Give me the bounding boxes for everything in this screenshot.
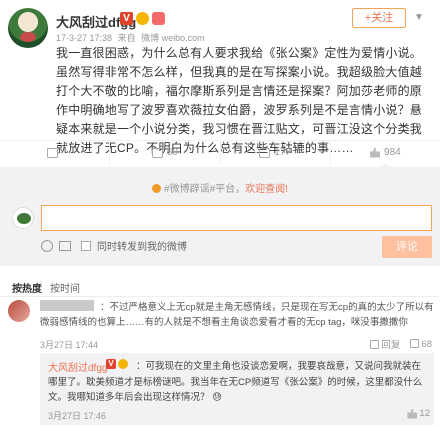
reply-like-count: 12 bbox=[419, 408, 430, 419]
verified-v-icon[interactable]: V bbox=[120, 12, 133, 25]
repost-icon bbox=[151, 147, 163, 158]
comment-time: 3月27日 17:44 bbox=[40, 340, 99, 350]
sort-separator: | bbox=[40, 280, 43, 291]
comment-like-button[interactable]: 68 bbox=[410, 338, 432, 350]
like-icon bbox=[370, 147, 381, 158]
comment-ops: 回复 68 bbox=[370, 337, 432, 351]
comment-text: ：不过严格意义上无cp就是主角无感情线，只是现在写无cp的真的太少了所以有微弱感… bbox=[40, 302, 434, 328]
comment-count: 177 bbox=[274, 147, 291, 158]
post-time[interactable]: 17-3-27 17:38 bbox=[56, 33, 112, 43]
comment-input[interactable] bbox=[41, 205, 432, 231]
comment-icon bbox=[259, 147, 271, 158]
reply-thumbs-up-icon bbox=[407, 408, 418, 419]
level-badge-icon[interactable] bbox=[152, 12, 165, 25]
comment-like-count: 68 bbox=[421, 338, 432, 350]
emoji-icon[interactable] bbox=[41, 239, 53, 252]
notice-text: #微博辟谣#平台， bbox=[164, 184, 246, 195]
sort-divider bbox=[0, 296, 440, 297]
post-source-prefix: 来自 bbox=[117, 33, 136, 43]
commenter-username-redacted bbox=[40, 300, 94, 311]
comment-reply-button[interactable]: 回复 bbox=[370, 337, 400, 351]
post-action-bar: 60 177 984 bbox=[0, 140, 440, 164]
repost-count: 60 bbox=[166, 147, 178, 158]
like-count: 984 bbox=[384, 147, 401, 158]
favorite-icon bbox=[47, 147, 59, 158]
post-meta: 17-3-27 17:38 来自 微博 weibo.com bbox=[56, 31, 208, 44]
comment-sort-bar: 按热度 | 按时间 bbox=[0, 280, 440, 296]
commenter-avatar[interactable] bbox=[8, 300, 30, 322]
favorite-action[interactable] bbox=[0, 141, 111, 164]
image-icon[interactable] bbox=[59, 240, 71, 251]
reply-badges: V bbox=[106, 359, 128, 369]
current-user-avatar[interactable] bbox=[12, 207, 34, 229]
author-avatar[interactable] bbox=[8, 8, 48, 48]
reply-like-button[interactable]: 12 bbox=[407, 408, 430, 419]
sort-by-hot-tab[interactable]: 按热度 bbox=[12, 280, 42, 295]
reply-member-badge-icon[interactable] bbox=[118, 359, 128, 369]
post-source[interactable]: 微博 weibo.com bbox=[141, 33, 205, 43]
notice-icon bbox=[152, 184, 162, 193]
reply-time: 3月27日 17:46 bbox=[48, 411, 107, 421]
reply-verified-v-icon[interactable]: V bbox=[106, 359, 116, 369]
rumor-notice: #微博辟谣#平台，欢迎查阅! bbox=[0, 180, 440, 195]
notice-link[interactable]: 欢迎查阅! bbox=[245, 184, 288, 195]
sort-by-time-tab[interactable]: 按时间 bbox=[50, 280, 80, 295]
comment-reply-label: 回复 bbox=[381, 340, 401, 351]
like-action[interactable]: 984 bbox=[331, 141, 440, 164]
repost-checkbox[interactable] bbox=[81, 240, 91, 251]
repost-action[interactable]: 60 bbox=[110, 141, 221, 164]
member-badge-icon[interactable] bbox=[136, 12, 149, 25]
follow-button[interactable]: +关注 bbox=[352, 8, 406, 28]
comment-toolbar: 同时转发到我的微博 bbox=[41, 238, 187, 253]
author-badges: V bbox=[120, 12, 165, 25]
submit-comment-button[interactable]: 评论 bbox=[382, 236, 432, 258]
repost-checkbox-label: 同时转发到我的微博 bbox=[97, 242, 187, 253]
reply-icon bbox=[370, 340, 380, 349]
comment-action[interactable]: 177 bbox=[221, 141, 331, 164]
thumbs-up-icon bbox=[410, 338, 420, 348]
reply-username[interactable]: 大风刮过dfgg bbox=[48, 359, 107, 374]
chevron-down-icon[interactable]: ▼ bbox=[414, 12, 426, 24]
